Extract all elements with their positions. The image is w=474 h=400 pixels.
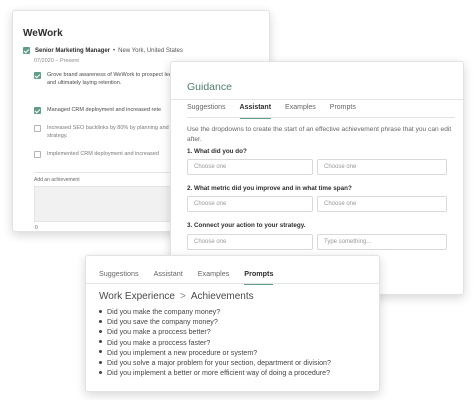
- list-item[interactable]: Did you implement a better or more effic…: [99, 368, 331, 378]
- prompt-text: Did you make the company money?: [107, 308, 221, 316]
- dropdown-select[interactable]: Choose one: [317, 196, 447, 212]
- checkbox-unchecked-icon[interactable]: [34, 151, 41, 158]
- bullet-icon: [99, 340, 102, 344]
- prompts-card: Suggestions Assistant Examples Prompts W…: [85, 255, 380, 392]
- breadcrumb-separator: >: [179, 291, 186, 302]
- list-item[interactable]: Did you implement a new procedure or sys…: [99, 348, 331, 358]
- bullet-icon: [99, 330, 102, 333]
- company-name: WeWork: [23, 28, 63, 39]
- list-item[interactable]: Did you solve a major problem for your s…: [99, 358, 331, 368]
- add-achievement-label: Add an achievement: [34, 177, 80, 183]
- checkbox-unchecked-icon[interactable]: [34, 125, 41, 132]
- divider: [86, 283, 379, 284]
- character-count: 0: [35, 225, 38, 231]
- role-location: New York, United States: [118, 47, 183, 54]
- role-dates: 07/2020 – Present: [34, 58, 79, 64]
- checkbox-checked-icon[interactable]: [34, 107, 41, 114]
- breadcrumb: Work Experience > Achievements: [99, 291, 254, 302]
- question-label: 3. Connect your action to your strategy.: [187, 222, 306, 229]
- role-title: Senior Marketing Manager: [35, 47, 111, 54]
- divider: [171, 99, 463, 100]
- prompt-list: Did you make the company money? Did you …: [99, 307, 331, 378]
- prompt-text: Did you make a proccess better?: [107, 328, 211, 337]
- prompt-text: Did you solve a major problem for your s…: [107, 358, 331, 367]
- prompt-text: Did you save the company money?: [107, 318, 218, 327]
- role-row[interactable]: Senior Marketing Manager • New York, Uni…: [23, 47, 183, 54]
- dropdown-select[interactable]: Choose one: [317, 159, 447, 175]
- guidance-intro: Use the dropdowns to create the start of…: [187, 126, 452, 143]
- breadcrumb-page: Achievements: [190, 291, 254, 302]
- list-item[interactable]: Did you make a proccess better?: [99, 327, 331, 337]
- role-separator: •: [113, 47, 116, 54]
- guidance-title: Guidance: [187, 81, 232, 93]
- checkbox-checked-icon[interactable]: [23, 47, 30, 54]
- dropdown-select[interactable]: Choose one: [187, 196, 313, 212]
- dropdown-select[interactable]: Choose one: [187, 159, 313, 175]
- list-item[interactable]: Did you save the company money?: [99, 317, 331, 327]
- list-item[interactable]: Did you make the company money?: [99, 307, 331, 317]
- prompt-text: Did you implement a new procedure or sys…: [107, 348, 258, 357]
- bullet-icon: [99, 370, 102, 374]
- text-input[interactable]: Type something...: [317, 234, 447, 250]
- prompt-text: Did you make a proccess faster?: [107, 338, 211, 347]
- breadcrumb-section: Work Experience: [99, 291, 175, 302]
- prompt-text: Did you implement a better or more effic…: [107, 369, 331, 378]
- dropdown-select[interactable]: Choose one: [187, 234, 313, 250]
- question-label: 1. What did you do?: [187, 148, 247, 155]
- question-label: 2. What metric did you improve and in wh…: [187, 185, 352, 192]
- divider: [187, 117, 455, 118]
- list-item[interactable]: Did you make a proccess faster?: [99, 338, 331, 348]
- bullet-icon: [99, 309, 102, 313]
- bullet-icon: [99, 360, 102, 364]
- bullet-icon: [99, 350, 102, 354]
- checkbox-checked-icon[interactable]: [34, 72, 41, 79]
- bullet-icon: [99, 319, 102, 323]
